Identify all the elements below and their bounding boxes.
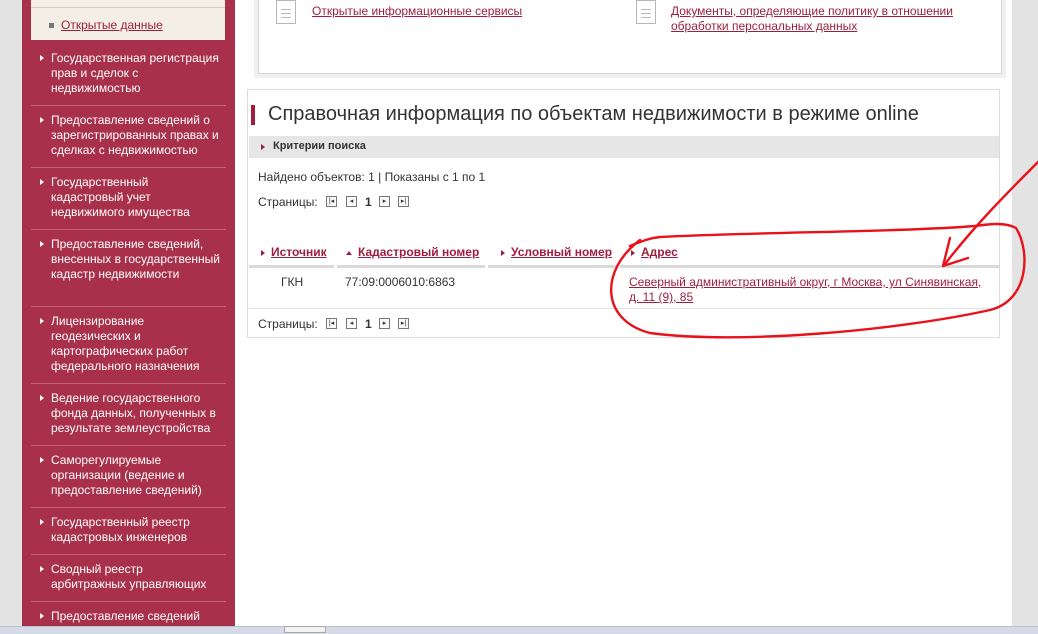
- page: Открытые данные Государственная регистра…: [0, 0, 1038, 634]
- header-underline: [249, 265, 334, 268]
- arrow-right-icon: [40, 395, 44, 401]
- sidebar-item-sro[interactable]: Саморегулируемые организации (ведение и …: [31, 446, 226, 508]
- arrow-right-icon: [40, 566, 44, 572]
- address-link[interactable]: Северный административный округ, г Москв…: [629, 275, 994, 305]
- sidebar-item-label: Саморегулируемые организации (ведение и …: [51, 453, 202, 497]
- next-page-icon[interactable]: ▸: [379, 196, 390, 207]
- sidebar-item-cadastre-info[interactable]: Предоставление сведений, внесенных в гос…: [31, 230, 226, 307]
- pager-label: Страницы:: [258, 195, 318, 209]
- sort-address-link[interactable]: Адрес: [641, 245, 678, 259]
- sort-arrow-icon: [631, 249, 635, 256]
- cell-source: ГКН: [281, 275, 304, 289]
- row-divider: [249, 308, 999, 309]
- document-icon: [636, 0, 656, 24]
- services-box: Открытые информационные сервисы Документ…: [258, 0, 1002, 74]
- arrow-right-icon: [40, 117, 44, 123]
- arrow-right-icon: [40, 179, 44, 185]
- sort-source-link[interactable]: Источник: [271, 245, 327, 259]
- header-underline: [620, 265, 999, 268]
- personal-data-policy-link[interactable]: Документы, определяющие политику в отнош…: [671, 4, 981, 34]
- submenu-item-open-data: Открытые данные: [49, 18, 163, 32]
- realty-info-panel: Справочная информация по объектам недвиж…: [247, 89, 1000, 338]
- sidebar-item-label: Государственный реестр кадастровых инжен…: [51, 515, 190, 544]
- current-page: 1: [365, 317, 372, 331]
- sort-arrow-up-icon: [346, 250, 352, 255]
- column-header-conditional[interactable]: Условный номер: [501, 245, 612, 259]
- prev-page-icon[interactable]: ◂: [346, 196, 357, 207]
- sidebar-item-licensing[interactable]: Лицензирование геодезических и картограф…: [31, 307, 226, 384]
- prev-page-icon[interactable]: ◂: [346, 318, 357, 329]
- last-page-icon[interactable]: ▸|: [398, 196, 409, 207]
- sidebar-menu: Государственная регистрация прав и сдело…: [31, 44, 226, 632]
- open-data-link[interactable]: Открытые данные: [61, 18, 163, 32]
- document-icon: [276, 0, 296, 24]
- right-margin: [1012, 0, 1038, 626]
- sidebar-item-label: Государственный кадастровый учет недвижи…: [51, 175, 190, 219]
- pager-bottom: Страницы: |◂ ◂ 1 ▸ ▸|: [258, 317, 458, 331]
- search-criteria-toggle[interactable]: Критерии поиска: [249, 136, 999, 158]
- column-header-source[interactable]: Источник: [261, 245, 327, 259]
- search-criteria-label: Критерии поиска: [273, 140, 366, 152]
- column-header-cadastral[interactable]: Кадастровый номер: [346, 245, 479, 259]
- sidebar-item-label: Лицензирование геодезических и картограф…: [51, 314, 200, 373]
- first-page-icon[interactable]: |◂: [326, 196, 337, 207]
- page-title: Справочная информация по объектам недвиж…: [268, 103, 919, 125]
- sidebar-item-cadastral-registration[interactable]: Государственный кадастровый учет недвижи…: [31, 168, 226, 230]
- sidebar-item-label: Сводный реестр арбитражных управляющих: [51, 562, 207, 591]
- header-underline: [337, 265, 485, 268]
- current-page: 1: [365, 195, 372, 209]
- results-count: Найдено объектов: 1 | Показаны с 1 по 1: [258, 170, 486, 184]
- open-info-services-link[interactable]: Открытые информационные сервисы: [312, 4, 612, 19]
- taskbar-tab[interactable]: [284, 626, 326, 633]
- sidebar-item-label: Ведение государственного фонда данных, п…: [51, 391, 216, 435]
- last-page-icon[interactable]: ▸|: [398, 318, 409, 329]
- sort-arrow-icon: [261, 249, 265, 256]
- sidebar-item-label: Предоставление сведений: [51, 609, 200, 623]
- sort-cadastral-link[interactable]: Кадастровый номер: [358, 245, 479, 259]
- next-page-icon[interactable]: ▸: [379, 318, 390, 329]
- sort-arrow-icon: [501, 249, 505, 256]
- sidebar-submenu: Открытые данные: [31, 0, 225, 40]
- arrow-right-icon: [40, 519, 44, 525]
- first-page-icon[interactable]: |◂: [326, 318, 337, 329]
- arrow-right-icon: [40, 613, 44, 619]
- title-accent: [251, 105, 255, 125]
- arrow-right-icon: [40, 318, 44, 324]
- header-underline: [488, 265, 616, 268]
- sidebar-item-label: Предоставление сведений о зарегистрирова…: [51, 113, 219, 157]
- arrow-right-icon: [261, 144, 265, 150]
- sidebar-item-label: Предоставление сведений, внесенных в гос…: [51, 237, 221, 281]
- arrow-right-icon: [40, 241, 44, 247]
- sidebar-item-cadastral-engineers[interactable]: Государственный реестр кадастровых инжен…: [31, 508, 226, 555]
- sidebar-item-rights-info[interactable]: Предоставление сведений о зарегистрирова…: [31, 106, 226, 168]
- sidebar-item-label: Государственная регистрация прав и сдело…: [51, 51, 219, 95]
- sidebar-item-land-data-fund[interactable]: Ведение государственного фонда данных, п…: [31, 384, 226, 446]
- column-header-address[interactable]: Адрес: [631, 245, 678, 259]
- cell-cadastral-number: 77:09:0006010:6863: [345, 275, 456, 289]
- pager-label: Страницы:: [258, 317, 318, 331]
- sort-conditional-link[interactable]: Условный номер: [511, 245, 612, 259]
- pager-top: Страницы: |◂ ◂ 1 ▸ ▸|: [258, 195, 458, 209]
- submenu-divider: [31, 7, 225, 8]
- arrow-right-icon: [40, 457, 44, 463]
- arrow-right-icon: [40, 55, 44, 61]
- bullet-icon: [49, 23, 54, 29]
- sidebar-item-arbitration-managers[interactable]: Сводный реестр арбитражных управляющих: [31, 555, 226, 602]
- sidebar-item-rights-registration[interactable]: Государственная регистрация прав и сдело…: [31, 44, 226, 106]
